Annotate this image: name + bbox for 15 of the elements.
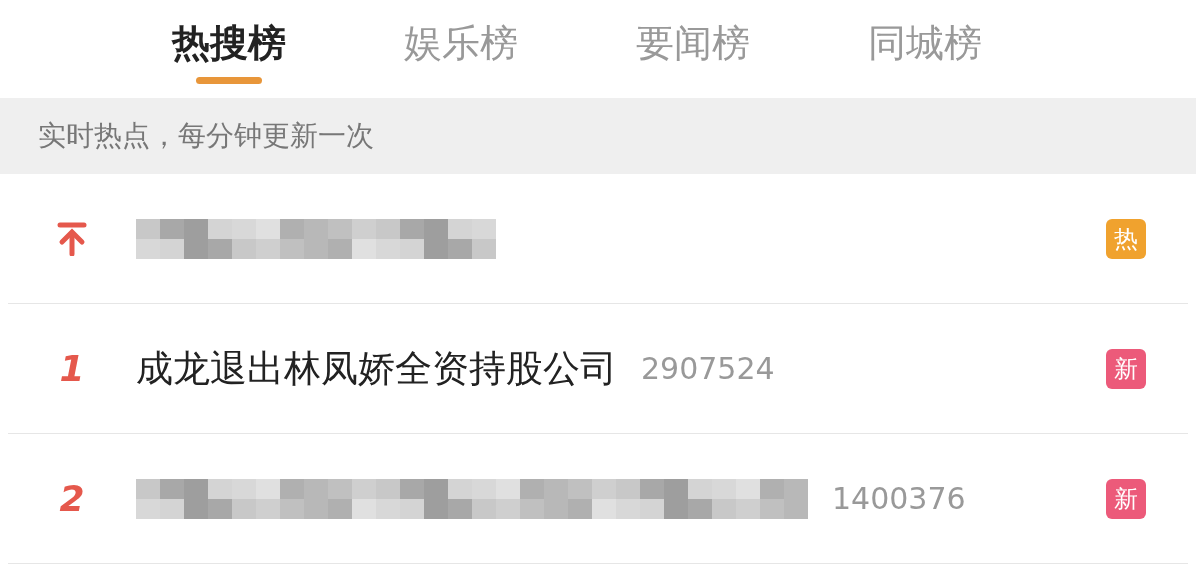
tab-underline (196, 77, 262, 84)
tab[interactable]: 同城榜 (868, 18, 982, 86)
topic-title[interactable]: 成龙退出林凤娇全资持股公司 (136, 340, 617, 397)
notice-text: 实时热点，每分钟更新一次 (38, 118, 374, 154)
status-tag: 新 (1106, 478, 1146, 519)
status-tag: 新 (1106, 348, 1146, 389)
tab[interactable]: 娱乐榜 (404, 18, 518, 86)
heat-count: 2907524 (641, 350, 775, 388)
rank-number: 1 (59, 346, 85, 391)
rank-number: 2 (59, 476, 85, 521)
heat-count: 1400376 (832, 480, 966, 518)
status-tag: 热 (1106, 218, 1146, 259)
tab[interactable]: 要闻榜 (636, 18, 750, 86)
tab[interactable]: 热搜榜 (172, 18, 286, 86)
pin-top-icon (57, 221, 87, 256)
